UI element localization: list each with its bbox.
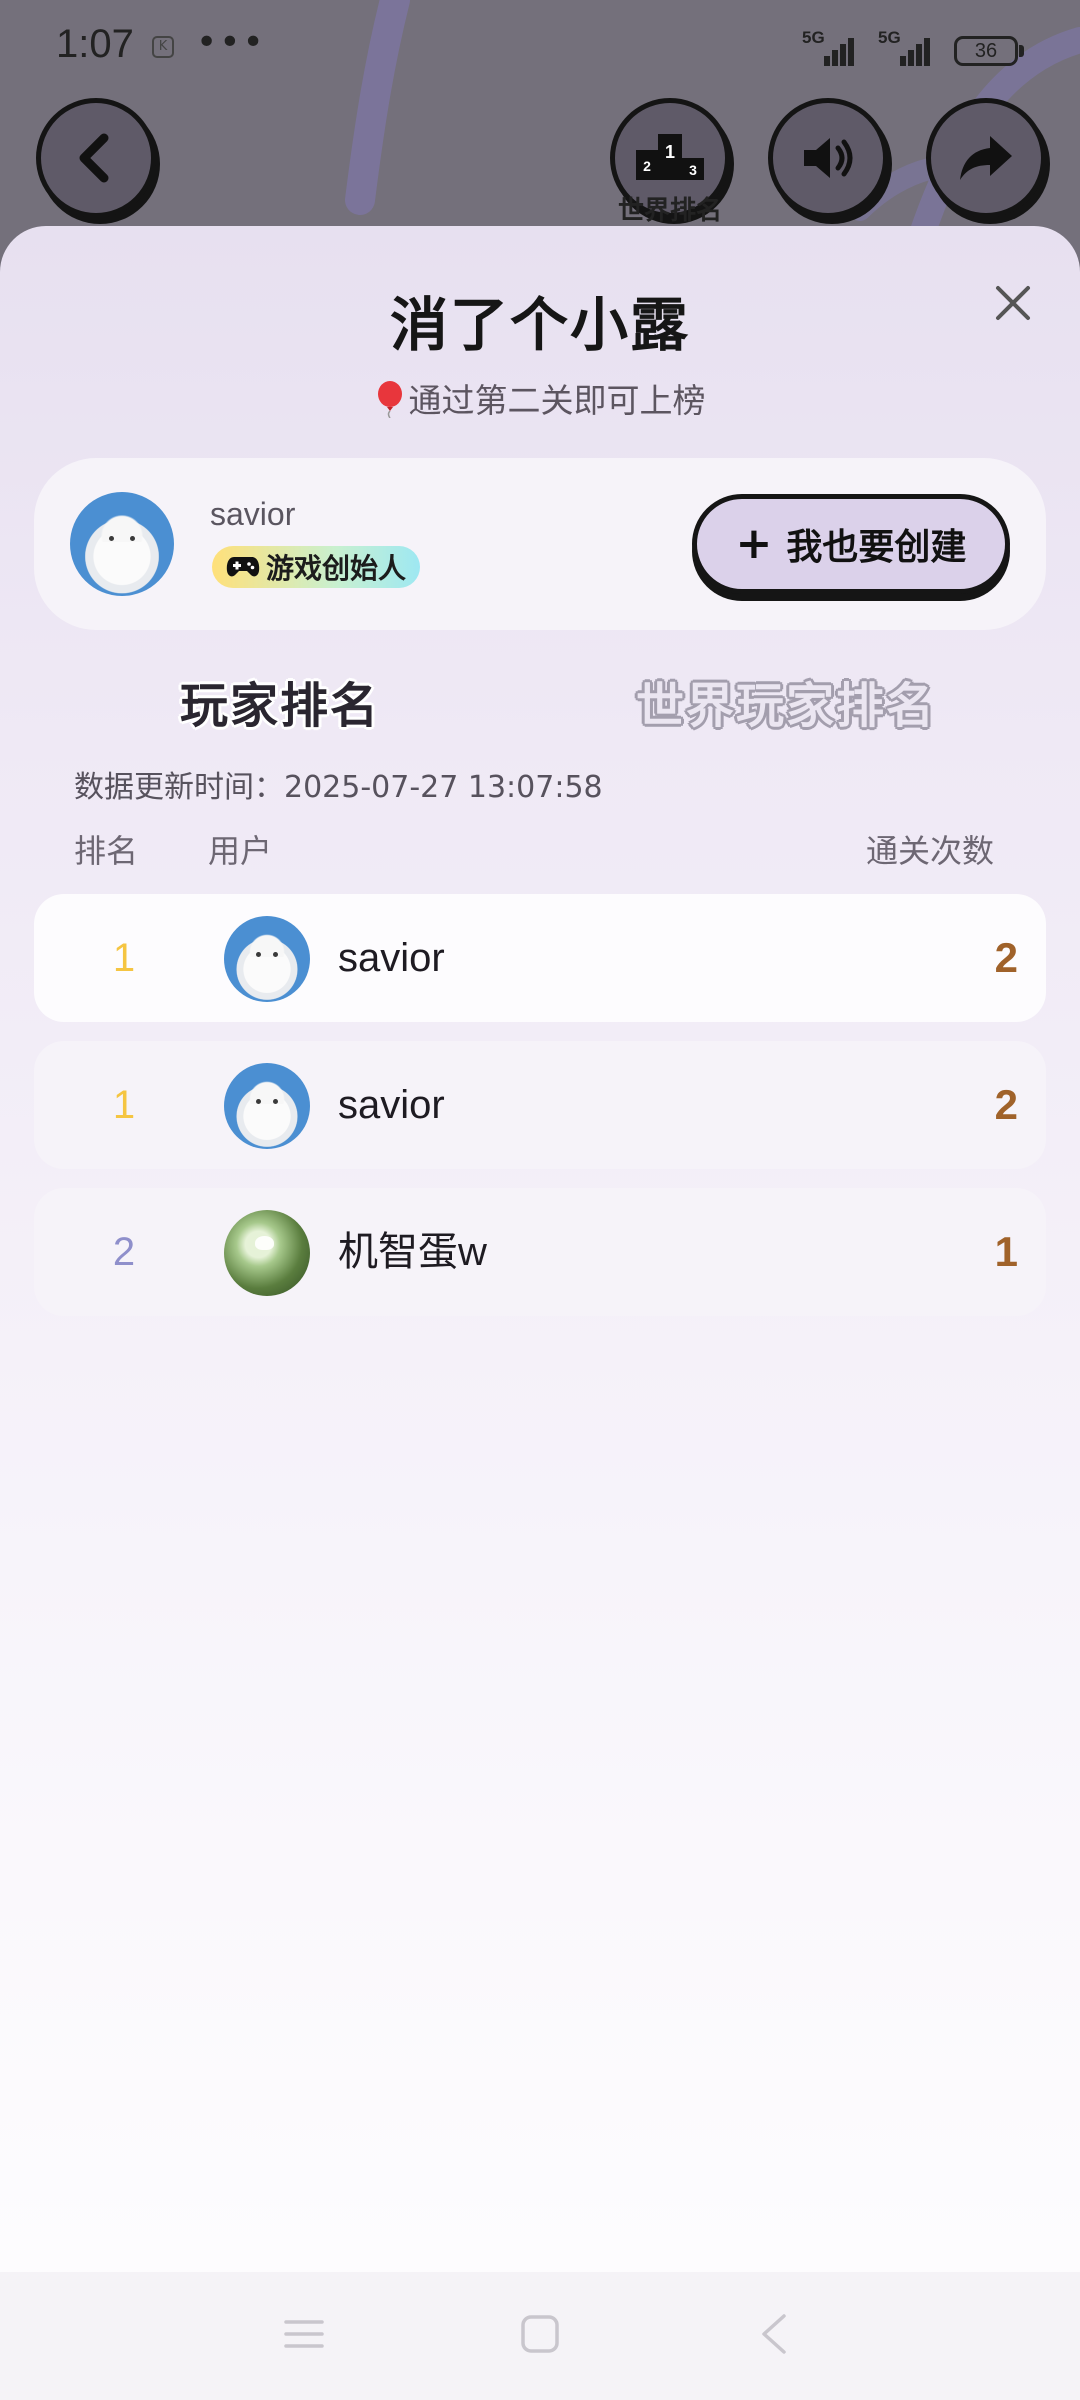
- column-rank: 排名: [74, 832, 139, 870]
- menu-icon[interactable]: [282, 2312, 326, 2356]
- creator-avatar[interactable]: [70, 492, 174, 596]
- data-update-time: 数据更新时间：2025-07-27 13:07:58: [74, 770, 603, 805]
- sound-button[interactable]: [768, 98, 888, 218]
- notification-icon: K: [152, 36, 174, 58]
- back-nav-icon[interactable]: [754, 2312, 798, 2356]
- column-clears: 通关次数: [866, 832, 995, 870]
- table-row[interactable]: 1 savior 2: [34, 1041, 1046, 1169]
- leaderboard-sheet: 消了个小露 通过第二关即可上榜 savior 游戏创始人 + 我也要创建 玩家排…: [0, 226, 1080, 2272]
- badge-label: 游戏创始人: [266, 552, 407, 585]
- row-avatar: [224, 916, 310, 1002]
- status-time: 1:07: [56, 22, 134, 66]
- signal-5g-1-icon: 5G: [802, 28, 854, 66]
- row-avatar: [224, 1063, 310, 1149]
- balloon-icon: [377, 381, 402, 418]
- battery-tip: [1019, 45, 1024, 57]
- table-row[interactable]: 2 机智蛋w 1: [34, 1188, 1046, 1316]
- row-username: 机智蛋w: [338, 1230, 487, 1274]
- system-nav-bar: [0, 2272, 1080, 2400]
- share-button[interactable]: [926, 98, 1046, 218]
- share-icon: [960, 136, 1012, 180]
- row-rank: 1: [112, 1083, 136, 1127]
- game-title: 消了个小露: [389, 291, 690, 359]
- row-rank: 1: [112, 936, 136, 980]
- tab-player-ranking[interactable]: 玩家排名: [180, 666, 380, 736]
- row-clear-count: 1: [994, 1228, 1018, 1275]
- status-bar: 1:07 K ••• 5G 5G 36: [0, 0, 1080, 100]
- svg-text:1: 1: [665, 142, 675, 162]
- back-icon: [79, 133, 109, 183]
- row-clear-count: 2: [994, 1081, 1018, 1128]
- svg-text:3: 3: [689, 162, 697, 178]
- row-username: savior: [338, 936, 445, 980]
- back-button[interactable]: [36, 98, 156, 218]
- row-avatar: [224, 1210, 310, 1296]
- tab-world-ranking[interactable]: 世界玩家排名: [636, 666, 936, 736]
- speaker-icon: [804, 138, 853, 178]
- creator-profile-card: savior 游戏创始人 + 我也要创建: [34, 458, 1046, 630]
- hint-text: 通过第二关即可上榜: [408, 381, 706, 420]
- row-clear-count: 2: [994, 934, 1018, 981]
- creator-badge: 游戏创始人: [212, 546, 421, 588]
- close-icon[interactable]: [990, 280, 1036, 326]
- create-button-label: 我也要创建: [786, 527, 967, 568]
- battery-icon: 36: [954, 36, 1018, 66]
- creator-name: savior: [210, 496, 296, 532]
- gamepad-icon: [226, 557, 260, 577]
- plus-icon: +: [735, 518, 773, 569]
- more-notifications-icon: •••: [196, 22, 266, 63]
- row-username: savior: [338, 1083, 445, 1127]
- podium-icon: 1 2 3: [636, 134, 704, 180]
- column-user: 用户: [208, 832, 273, 870]
- table-row[interactable]: 1 savior 2: [34, 894, 1046, 1022]
- home-icon[interactable]: [518, 2312, 562, 2356]
- battery-level: 36: [974, 40, 998, 62]
- svg-text:2: 2: [643, 158, 651, 174]
- ranking-hint: 通过第二关即可上榜: [0, 374, 1080, 422]
- signal-5g-2-icon: 5G: [878, 28, 930, 66]
- leaderboard-label: 世界排名: [617, 196, 722, 226]
- create-game-button[interactable]: + 我也要创建: [692, 494, 1010, 594]
- row-rank: 2: [112, 1230, 136, 1274]
